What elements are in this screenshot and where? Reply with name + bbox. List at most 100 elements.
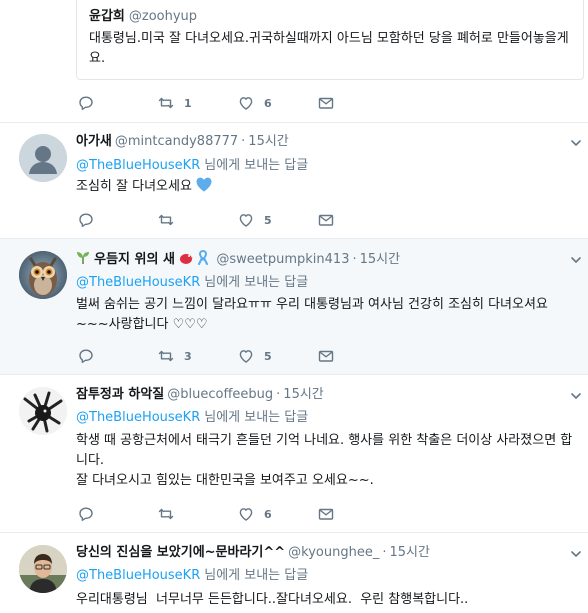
direct-message-button[interactable] — [318, 212, 334, 228]
tweet-actions: 1 6 — [78, 95, 378, 111]
like-count: 6 — [264, 96, 272, 110]
default-profile-icon — [19, 134, 67, 182]
timestamp[interactable]: 15시간 — [283, 387, 323, 402]
like-button[interactable]: 5 — [238, 348, 272, 364]
reply-button[interactable] — [78, 506, 94, 522]
owl-avatar-icon — [19, 251, 67, 299]
tweet-text-content: 조심히 잘 다녀오세요 — [76, 179, 192, 194]
quoted-author-handle[interactable]: @zoohyup — [129, 9, 197, 24]
quoted-tweet-card[interactable]: 윤갑희 @zoohyup 대통령님.미국 잘 다녀오세요.귀국하실때까지 아드님 … — [76, 0, 584, 80]
author-handle[interactable]: @mintcandy88777 — [115, 134, 238, 149]
tweet-text: 학생 때 공항근처에서 태극기 흔들던 기억 나네요. 행사를 위한 착출은 더… — [76, 431, 576, 491]
chevron-down-icon[interactable] — [570, 137, 582, 149]
heart-icon — [239, 97, 253, 110]
author-handle[interactable]: @kyounghee_ — [288, 545, 379, 560]
like-button[interactable]: 6 — [238, 95, 272, 111]
reply-to-link[interactable]: @TheBlueHouseKR — [76, 410, 200, 425]
author-handle[interactable]: @bluecoffeebug — [167, 387, 273, 402]
reply-icon — [79, 507, 93, 521]
retweet-icon — [158, 97, 174, 109]
reply-context: @TheBlueHouseKR 님에게 보내는 답글 — [76, 157, 308, 175]
author-name[interactable]: 아가새 — [76, 134, 112, 149]
reply-context-label: 님에게 보내는 답글 — [204, 275, 309, 290]
reply-icon — [79, 213, 93, 227]
reply-context: @TheBlueHouseKR 님에게 보내는 답글 — [76, 567, 308, 585]
retweet-icon — [158, 508, 174, 520]
reply-context: @TheBlueHouseKR 님에게 보내는 답글 — [76, 409, 308, 427]
like-button[interactable]: 5 — [238, 212, 272, 228]
tweet-item[interactable]: 우듬지 위의 새 @sweetpumpkin413 · 15시간 @TheBlueH… — [0, 239, 588, 375]
quoted-tweet-text: 대통령님.미국 잘 다녀오세요.귀국하실때까지 아드님 모함하던 당을 폐허로 … — [89, 31, 569, 66]
envelope-icon — [318, 214, 334, 226]
reply-button[interactable] — [78, 212, 94, 228]
retweet-icon — [158, 350, 174, 362]
reply-icon — [79, 349, 93, 363]
tweet-actions: 5 — [78, 212, 378, 228]
reply-to-link[interactable]: @TheBlueHouseKR — [76, 568, 200, 583]
reply-context-label: 님에게 보내는 답글 — [204, 568, 309, 583]
author-handle[interactable]: @sweetpumpkin413 — [216, 252, 349, 267]
chevron-down-icon[interactable] — [570, 254, 582, 266]
retweet-button[interactable]: 1 — [158, 95, 192, 111]
tweet-text-line: 잘 다녀오시고 힘있는 대한민국을 보여주고 오세요~~. — [76, 473, 374, 488]
ribbon-icon — [198, 250, 209, 265]
reply-context-label: 님에게 보내는 답글 — [204, 158, 309, 173]
chevron-down-icon[interactable] — [570, 548, 582, 560]
separator-dot: · — [382, 545, 387, 560]
seedling-icon — [77, 252, 89, 264]
reply-icon — [79, 96, 93, 110]
timestamp[interactable]: 15시간 — [248, 134, 288, 149]
avatar[interactable] — [19, 251, 67, 299]
reply-button[interactable] — [78, 348, 94, 364]
direct-message-button[interactable] — [318, 506, 334, 522]
blue-heart-icon — [196, 177, 212, 192]
tweet-text: 벌써 숨쉬는 공기 느낌이 달라요ㅠㅠ 우리 대통령님과 여사님 건강히 조심히… — [76, 297, 548, 332]
envelope-icon — [318, 508, 334, 520]
tweet-item[interactable]: 아가새 @mintcandy88777 · 15시간 @TheBlueHouseKR 님… — [0, 123, 588, 239]
avatar[interactable] — [19, 545, 67, 593]
bird-icon — [180, 254, 194, 264]
quoted-tweet-header: 윤갑희 @zoohyup — [89, 8, 573, 26]
like-count: 5 — [264, 349, 272, 363]
direct-message-button[interactable] — [318, 348, 334, 364]
reply-to-link[interactable]: @TheBlueHouseKR — [76, 275, 200, 290]
quoted-author-name[interactable]: 윤갑희 — [89, 9, 125, 24]
heart-icon — [239, 350, 253, 363]
like-count: 6 — [264, 507, 272, 521]
direct-message-button[interactable] — [318, 95, 334, 111]
tweet-header: 아가새 @mintcandy88777 · 15시간 — [76, 133, 289, 151]
reply-context: @TheBlueHouseKR 님에게 보내는 답글 — [76, 274, 308, 292]
separator-dot: · — [276, 387, 281, 402]
author-name[interactable]: 우듬지 위의 새 — [94, 252, 175, 267]
tweet-item[interactable]: 잠투정과 하악질 @bluecoffeebug · 15시간 @TheBlueHous… — [0, 375, 588, 533]
retweet-button[interactable] — [158, 506, 174, 522]
dark-feathers-avatar-icon — [19, 387, 67, 435]
tweet-actions: 3 5 — [78, 348, 378, 364]
avatar[interactable] — [19, 134, 67, 182]
tweet-text: 우리대통령님 너무너무 든든합니다..잘다녀오세요. 우린 참행복합니다.. — [76, 592, 469, 607]
retweet-count: 3 — [184, 349, 192, 363]
like-count: 5 — [264, 213, 272, 227]
tweet-header: 우듬지 위의 새 @sweetpumpkin413 · 15시간 — [76, 250, 400, 269]
chevron-down-icon[interactable] — [570, 390, 582, 402]
timestamp[interactable]: 15시간 — [360, 252, 400, 267]
tweet-text-line: 학생 때 공항근처에서 태극기 흔들던 기억 나네요. 행사를 위한 착출은 더… — [76, 433, 573, 468]
author-name[interactable]: 잠투정과 하악질 — [76, 387, 164, 402]
reply-context-label: 님에게 보내는 답글 — [204, 410, 309, 425]
envelope-icon — [318, 350, 334, 362]
avatar[interactable] — [19, 387, 67, 435]
separator-dot: · — [241, 134, 246, 149]
retweet-icon — [158, 214, 174, 226]
like-button[interactable]: 6 — [238, 506, 272, 522]
retweet-button[interactable] — [158, 212, 174, 228]
reply-button[interactable] — [78, 95, 94, 111]
tweet-item[interactable]: 당신의 진심을 보았기에~문바라기^^ @kyounghee_ · 15시간 @The… — [0, 533, 588, 613]
author-name[interactable]: 당신의 진심을 보았기에~문바라기^^ — [76, 545, 285, 560]
timestamp[interactable]: 15시간 — [390, 545, 430, 560]
retweet-count: 1 — [184, 96, 192, 110]
separator-dot: · — [352, 252, 357, 267]
reply-to-link[interactable]: @TheBlueHouseKR — [76, 158, 200, 173]
retweet-button[interactable]: 3 — [158, 348, 192, 364]
tweet-header: 당신의 진심을 보았기에~문바라기^^ @kyounghee_ · 15시간 — [76, 544, 430, 562]
envelope-icon — [318, 97, 334, 109]
